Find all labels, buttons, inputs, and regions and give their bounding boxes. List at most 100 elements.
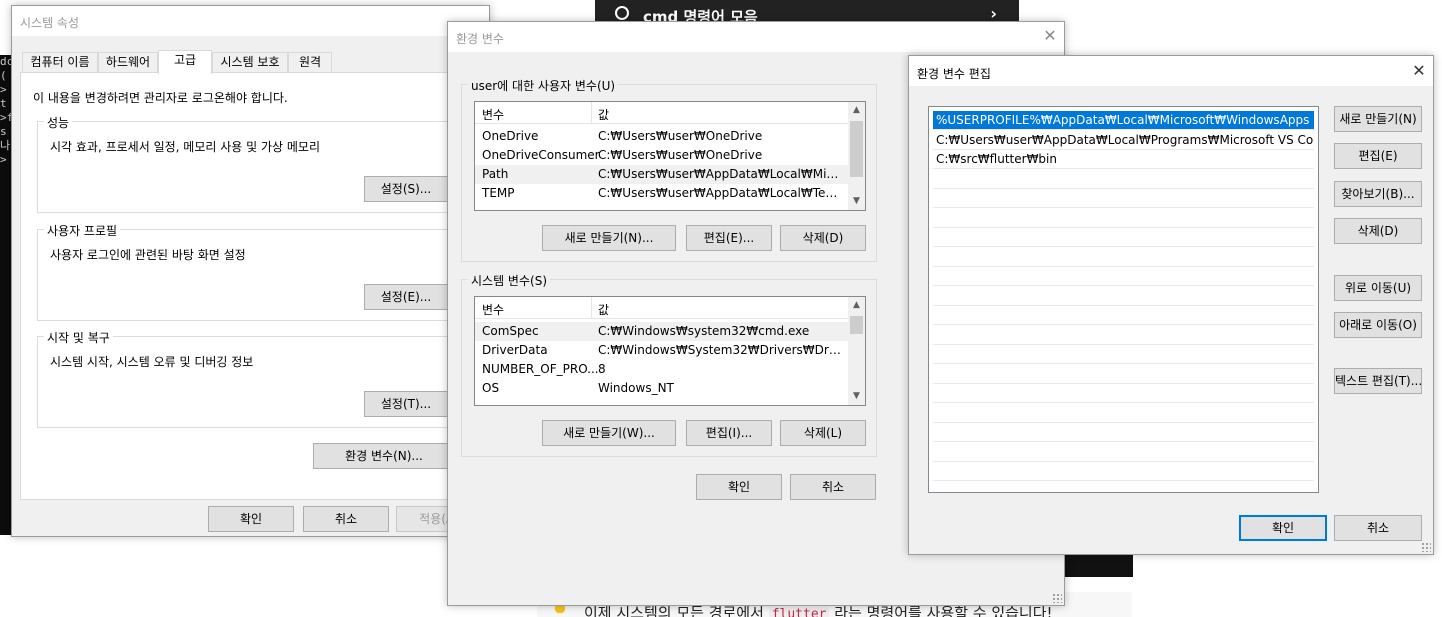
column-value[interactable]: 값: [598, 301, 609, 318]
column-variable[interactable]: 변수: [482, 301, 504, 318]
system-delete-button[interactable]: 삭제(L): [780, 420, 866, 446]
scroll-thumb[interactable]: [850, 121, 863, 177]
environment-variables-button[interactable]: 환경 변수(N)...: [313, 443, 455, 469]
list-row[interactable]: OS Windows_NT: [475, 379, 848, 398]
close-icon[interactable]: ✕: [1040, 26, 1060, 45]
path-row[interactable]: [933, 404, 1314, 423]
path-row[interactable]: %USERPROFILE%₩AppData₩Local₩Microsoft₩Wi…: [933, 111, 1314, 130]
browse-button[interactable]: 찾아보기(B)...: [1334, 181, 1422, 207]
system-edit-button[interactable]: 편집(I)...: [686, 420, 772, 446]
new-button[interactable]: 새로 만들기(N): [1334, 106, 1422, 132]
tab-advanced[interactable]: 고급: [158, 50, 212, 74]
system-variables-list[interactable]: 변수 값 ComSpec C:₩Windows₩system32₩cmd.exe D…: [474, 296, 866, 406]
cancel-button[interactable]: 취소: [790, 474, 876, 500]
path-row[interactable]: [933, 462, 1314, 481]
ok-button[interactable]: 확인: [696, 474, 782, 500]
column-value[interactable]: 값: [598, 106, 609, 123]
path-list[interactable]: %USERPROFILE%₩AppData₩Local₩Microsoft₩Wi…: [928, 106, 1319, 493]
path-row[interactable]: [933, 189, 1314, 208]
system-variables-group: 시스템 변수(S) 변수 값 ComSpec C:₩Windows₩system3…: [461, 272, 877, 457]
path-row[interactable]: [933, 287, 1314, 306]
tab-computer-name[interactable]: 컴퓨터 이름: [22, 52, 98, 72]
variable-name: Path: [482, 167, 509, 181]
startup-settings-button[interactable]: 설정(T)...: [364, 391, 448, 417]
close-icon[interactable]: ✕: [1409, 61, 1429, 80]
tab-system-protection[interactable]: 시스템 보호: [212, 52, 288, 72]
admin-note: 이 내용을 변경하려면 관리자로 로그온해야 합니다.: [33, 91, 288, 105]
variable-value: C:₩Users₩user₩AppData₩Local₩Temp: [598, 186, 844, 200]
path-row[interactable]: [933, 423, 1314, 442]
user-profile-desc: 사용자 로그인에 관련된 바탕 화면 설정: [50, 248, 246, 262]
user-variables-list[interactable]: 변수 값 OneDrive C:₩Users₩user₩OneDrive OneDr…: [474, 101, 866, 211]
edit-button[interactable]: 편집(E): [1334, 143, 1422, 169]
startup-recovery-label: 시작 및 복구: [44, 329, 113, 346]
path-row[interactable]: [933, 306, 1314, 325]
variable-value: C:₩Windows₩system32₩cmd.exe: [598, 324, 810, 338]
user-new-button[interactable]: 새로 만들기(N)...: [542, 225, 676, 251]
title-bar[interactable]: 환경 변수 ✕: [448, 22, 1064, 52]
path-row[interactable]: [933, 228, 1314, 247]
system-new-button[interactable]: 새로 만들기(W)...: [542, 420, 676, 446]
path-row[interactable]: [933, 384, 1314, 403]
scroll-up-icon[interactable]: ▲: [848, 102, 865, 119]
ok-button[interactable]: 확인: [208, 506, 294, 532]
variable-value: 8: [598, 362, 606, 376]
resize-grip[interactable]: [1052, 593, 1062, 603]
ok-button[interactable]: 확인: [1239, 515, 1327, 541]
list-row[interactable]: DriverData C:₩Windows₩System32₩Drivers₩Dr…: [475, 341, 848, 360]
path-row[interactable]: C:₩src₩flutter₩bin: [933, 150, 1314, 169]
list-row[interactable]: ComSpec C:₩Windows₩system32₩cmd.exe: [475, 322, 848, 341]
scroll-down-icon[interactable]: ▼: [848, 193, 865, 210]
column-variable[interactable]: 변수: [482, 106, 504, 123]
variable-value: C:₩Users₩user₩OneDrive: [598, 129, 763, 143]
scrollbar[interactable]: ▲ ▼: [848, 102, 865, 210]
list-row[interactable]: OneDriveConsumer C:₩Users₩user₩OneDrive: [475, 146, 848, 165]
tab-remote[interactable]: 원격: [288, 52, 332, 72]
path-row[interactable]: [933, 209, 1314, 228]
path-row[interactable]: C:₩Users₩user₩AppData₩Local₩Programs₩Mic…: [933, 131, 1314, 150]
user-profile-settings-button[interactable]: 설정(E)...: [364, 284, 448, 310]
user-delete-button[interactable]: 삭제(D): [780, 225, 866, 251]
title-bar[interactable]: 환경 변수 편집 ✕: [909, 56, 1433, 86]
user-edit-button[interactable]: 편집(E)...: [686, 225, 772, 251]
resize-grip[interactable]: [1421, 542, 1431, 552]
move-up-button[interactable]: 위로 이동(U): [1334, 275, 1422, 301]
edit-environment-variable-window: 환경 변수 편집 ✕ %USERPROFILE%₩AppData₩Local₩M…: [908, 55, 1434, 555]
scrollbar[interactable]: ▲ ▼: [848, 297, 865, 405]
user-variables-group: user에 대한 사용자 변수(U) 변수 값 OneDrive C:₩Users…: [461, 77, 877, 262]
variable-name: DriverData: [482, 343, 548, 357]
path-row[interactable]: [933, 345, 1314, 364]
web-note-code: flutter: [768, 607, 830, 617]
scroll-thumb[interactable]: [850, 316, 863, 334]
system-properties-window: 시스템 속성 컴퓨터 이름 하드웨어 고급 시스템 보호 원격 이 내용을 변경…: [11, 5, 490, 537]
cancel-button[interactable]: 취소: [1334, 515, 1422, 541]
window-title: 시스템 속성: [20, 16, 80, 30]
list-row[interactable]: Path C:₩Users₩user₩AppData₩Local₩Microsof…: [475, 165, 848, 184]
variable-value: Windows_NT: [598, 381, 674, 395]
performance-group: 성능 시각 효과, 프로세서 일정, 메모리 사용 및 가상 메모리 설정(S)…: [37, 114, 467, 213]
list-row[interactable]: OneDrive C:₩Users₩user₩OneDrive: [475, 127, 848, 146]
path-row[interactable]: [933, 365, 1314, 384]
edit-text-button[interactable]: 텍스트 편집(T)...: [1334, 368, 1422, 394]
move-down-button[interactable]: 아래로 이동(O): [1334, 312, 1422, 338]
list-row[interactable]: NUMBER_OF_PRO... 8: [475, 360, 848, 379]
list-row[interactable]: TEMP C:₩Users₩user₩AppData₩Local₩Temp: [475, 184, 848, 203]
delete-button[interactable]: 삭제(D): [1334, 218, 1422, 244]
window-title: 환경 변수 편집: [917, 67, 991, 81]
startup-recovery-desc: 시스템 시작, 시스템 오류 및 디버깅 정보: [50, 355, 254, 369]
scroll-up-icon[interactable]: ▲: [848, 297, 865, 314]
path-row[interactable]: [933, 326, 1314, 345]
user-profile-label: 사용자 프로필: [44, 222, 121, 239]
scroll-down-icon[interactable]: ▼: [848, 388, 865, 405]
variable-value: C:₩Users₩user₩OneDrive: [598, 148, 763, 162]
path-row[interactable]: [933, 267, 1314, 286]
window-title: 환경 변수: [456, 32, 504, 46]
tab-hardware[interactable]: 하드웨어: [98, 52, 158, 72]
cancel-button[interactable]: 취소: [303, 506, 389, 532]
title-bar[interactable]: 시스템 속성: [12, 6, 489, 36]
path-row[interactable]: [933, 170, 1314, 189]
path-row[interactable]: [933, 248, 1314, 267]
performance-settings-button[interactable]: 설정(S)...: [364, 176, 448, 202]
variable-name: ComSpec: [482, 324, 539, 338]
path-row[interactable]: [933, 443, 1314, 462]
